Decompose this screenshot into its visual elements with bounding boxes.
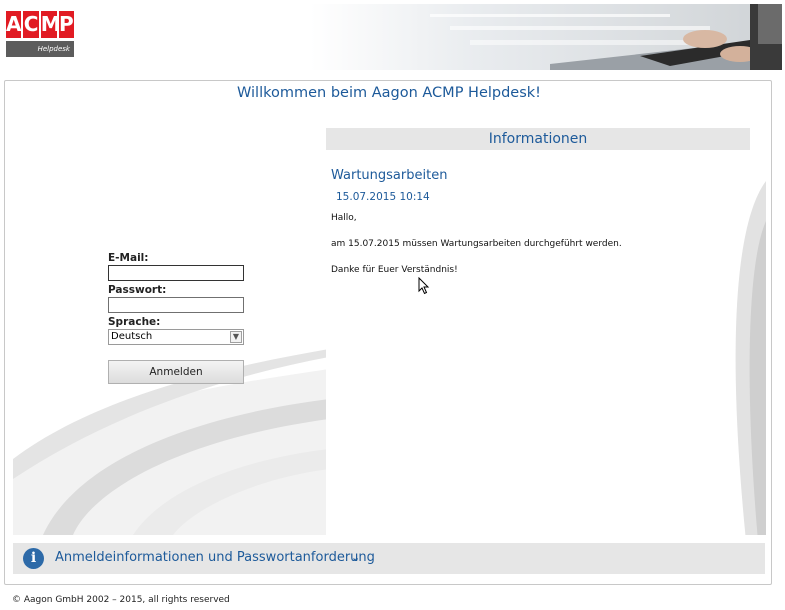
- language-select[interactable]: Deutsch ▼: [108, 329, 244, 345]
- login-button[interactable]: Anmelden: [108, 360, 244, 384]
- chevron-down-icon[interactable]: ⌄: [351, 551, 360, 564]
- decorative-swoosh: [735, 181, 766, 535]
- news-greeting: Hallo,: [331, 213, 357, 223]
- password-label: Passwort:: [108, 284, 167, 296]
- mouse-cursor-icon: [418, 277, 430, 295]
- info-header: Informationen: [326, 128, 750, 150]
- news-title: Wartungsarbeiten: [331, 168, 448, 183]
- acmp-logo: A C M P Helpdesk: [6, 11, 74, 58]
- info-panel: Wartungsarbeiten 15.07.2015 10:14 Hallo,…: [326, 151, 766, 535]
- credentials-toggle-label[interactable]: Anmeldeinformationen und Passwortanforde…: [55, 550, 375, 565]
- language-label: Sprache:: [108, 316, 161, 328]
- logo-letter: C: [23, 11, 39, 38]
- main-panel: Willkommen beim Aagon ACMP Helpdesk! E-M…: [4, 80, 772, 585]
- info-icon: i: [23, 548, 44, 569]
- language-selected-value: Deutsch: [111, 331, 153, 342]
- page-header: A C M P Helpdesk: [0, 0, 785, 72]
- logo-letter: M: [40, 11, 61, 38]
- chevron-down-icon[interactable]: ▼: [230, 331, 242, 343]
- copyright-text: © Aagon GmbH 2002 – 2015, all rights res…: [12, 595, 230, 605]
- news-closing: Danke für Euer Verständnis!: [331, 265, 458, 275]
- email-label: E-Mail:: [108, 252, 149, 264]
- news-body: am 15.07.2015 müssen Wartungsarbeiten du…: [331, 239, 622, 249]
- password-input[interactable]: [108, 297, 244, 313]
- email-input[interactable]: [108, 265, 244, 281]
- login-form: E-Mail: Passwort: Sprache: Deutsch ▼ Anm…: [108, 252, 248, 384]
- news-date: 15.07.2015 10:14: [336, 191, 430, 203]
- header-banner-image: [310, 4, 782, 70]
- logo-subtitle: Helpdesk: [6, 41, 74, 57]
- logo-letter: P: [58, 11, 74, 38]
- logo-letter: A: [6, 11, 22, 38]
- welcome-title: Willkommen beim Aagon ACMP Helpdesk!: [237, 85, 541, 101]
- credentials-toggle-bar[interactable]: i Anmeldeinformationen und Passwortanfor…: [13, 543, 765, 574]
